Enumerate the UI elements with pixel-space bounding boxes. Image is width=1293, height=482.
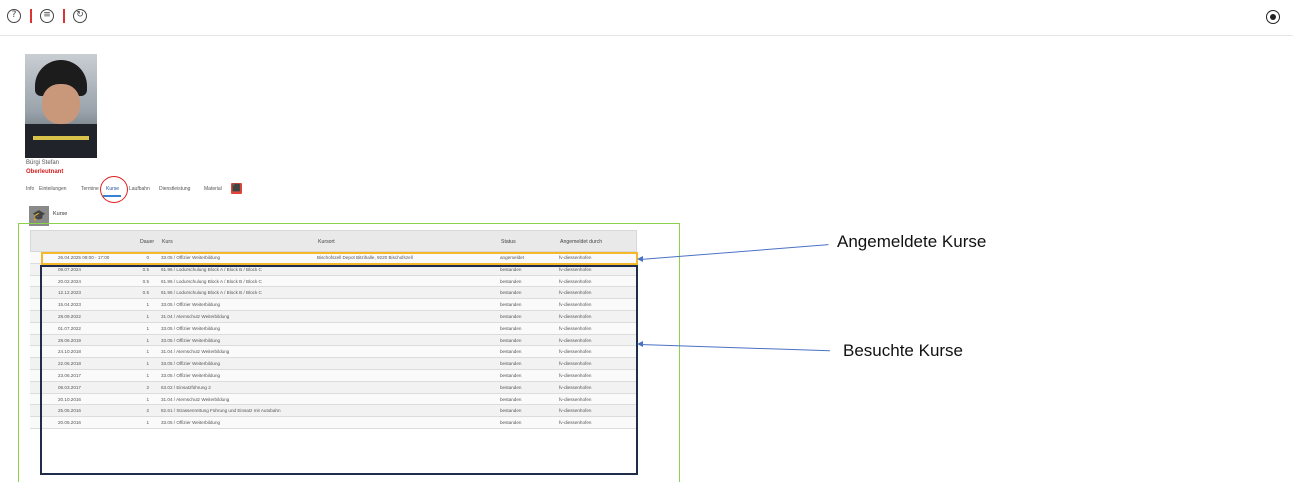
- list-icon[interactable]: ≡: [40, 9, 54, 23]
- tab-termine[interactable]: Termine: [81, 186, 99, 192]
- person-name: Bürgi Stefan: [26, 160, 60, 166]
- pdf-export-icon[interactable]: ⬛: [231, 183, 242, 194]
- arrow-registered-head: [637, 256, 643, 262]
- column-header-status[interactable]: Status: [501, 239, 516, 245]
- column-header-kurs[interactable]: Kurs: [162, 239, 173, 245]
- annotation-box-attended: [40, 265, 638, 475]
- annotation-box-registered: [41, 252, 638, 265]
- person-rank: Oberleutnant: [26, 169, 64, 175]
- top-toolbar: ? ≡ ↻: [0, 0, 1293, 36]
- profile-photo: [25, 54, 97, 158]
- callout-registered: Angemeldete Kurse: [837, 232, 987, 251]
- column-header-kursort[interactable]: Kursort: [318, 239, 335, 245]
- column-header-angemeldet-durch[interactable]: Angemeldet durch: [560, 239, 602, 245]
- toolbar-divider: [30, 9, 32, 23]
- tab-einteilungen[interactable]: Einteilungen: [39, 186, 67, 192]
- tab-laufbahn[interactable]: Laufbahn: [129, 186, 150, 192]
- toolbar-divider: [63, 9, 65, 23]
- tab-info[interactable]: Info: [26, 186, 34, 192]
- column-header-dauer[interactable]: Dauer: [140, 239, 154, 245]
- tab-material[interactable]: Material: [204, 186, 222, 192]
- refresh-icon[interactable]: ↻: [73, 9, 87, 23]
- table-header: Dauer Kurs Kursort Status Angemeldet dur…: [30, 230, 637, 252]
- record-toggle-icon[interactable]: [1266, 10, 1280, 24]
- help-icon[interactable]: ?: [7, 9, 21, 23]
- arrow-attended-head: [637, 341, 643, 347]
- section-title: Kurse: [53, 211, 68, 217]
- callout-attended: Besuchte Kurse: [843, 341, 964, 360]
- annotation-circle: [100, 176, 128, 203]
- tab-dienstleistung[interactable]: Dienstleistung: [159, 186, 190, 192]
